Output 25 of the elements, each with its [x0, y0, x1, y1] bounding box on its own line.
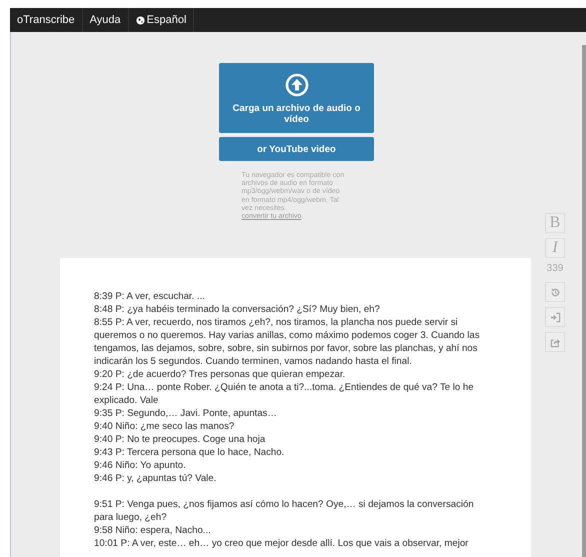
transcript-line: 9:24 P: Una… ponte Rober. ¿Quién te anota a ti?...toma. ¿Entiendes de qué va? Te lo he explicado. Vale [94, 381, 475, 407]
transcript-line: 9:58 Niño: espera, Nacho... [94, 524, 212, 537]
history-button[interactable] [545, 282, 565, 302]
transcript-line: 8:48 P: ¿ya habéis terminado la conversación? ¿Sí? Muy bien, eh? [94, 303, 381, 316]
scrollbar[interactable] [582, 45, 586, 557]
export-button[interactable] [545, 332, 565, 352]
import-button[interactable] [545, 307, 565, 327]
upload-button[interactable]: Carga un archivo de audio o vídeo [219, 63, 374, 133]
transcript-line: 8:55 P: A ver, recuerdo, nos tiramos ¿eh?, nos tiramos, la plancha nos puede servir si queremos o no queremos. Hay varias anillas, como máximo podemos coger 3. Cuando las tengamos, las dejamos, sobre, sobre, sin subirnos por favor, sobre las planchas, y ahí nos indicarán los 5 segundos. Cuando terminen, vamos nadando hasta el final. [94, 316, 481, 368]
transcript-line: 9:20 P: ¿de acuerdo? Tres personas que quieran empezar. [94, 368, 346, 381]
transcript-line: 9:43 P: Tercera persona que lo hace, Nacho. [94, 446, 286, 459]
transcript-line: 8:39 P: A ver, escuchar. ... [94, 290, 206, 303]
transcript-line: 9:46 Niño: Yo apunto. [94, 459, 187, 472]
transcript-line: 9:40 Niño: ¿me seco las manos? [94, 420, 236, 433]
globe-icon [136, 16, 145, 24]
transcript-line: 10:01 P: A ver, este… eh… yo creo que mejor desde allí. Los que vais a observar, mejor [94, 537, 470, 550]
transcript-line: 9:46 P: y, ¿apuntas tú? Vale. [94, 472, 218, 485]
sign-in-icon [550, 312, 560, 322]
word-count: 339 [546, 263, 564, 276]
transcript-line: 9:40 P: No te preocupes. Coge una hoja [94, 433, 266, 446]
transcript-line: 9:35 P: Segundo,… Javi. Ponte, apuntas… [94, 407, 278, 420]
youtube-button[interactable]: or YouTube video [219, 137, 374, 161]
transcript-line: 9:51 P: Venga pues, ¿nos fijamos así cómo lo hacen? Oye,… si dejamos la conversación para luego, ¿eh? [94, 498, 475, 524]
share-icon [550, 336, 560, 348]
history-icon [550, 286, 560, 298]
